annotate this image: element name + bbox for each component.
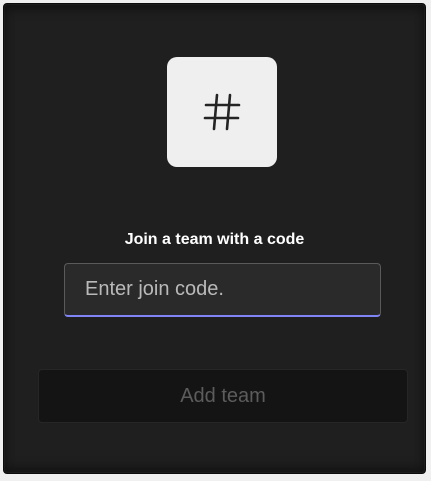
add-team-button[interactable]: Add team (38, 369, 408, 423)
join-team-card: Join a team with a code Add team (3, 3, 426, 474)
page: Join a team with a code Add team (0, 0, 431, 481)
join-team-heading: Join a team with a code (124, 231, 305, 248)
join-code-input[interactable] (64, 263, 381, 317)
hash-tile (167, 57, 277, 167)
hash-icon (199, 89, 245, 135)
